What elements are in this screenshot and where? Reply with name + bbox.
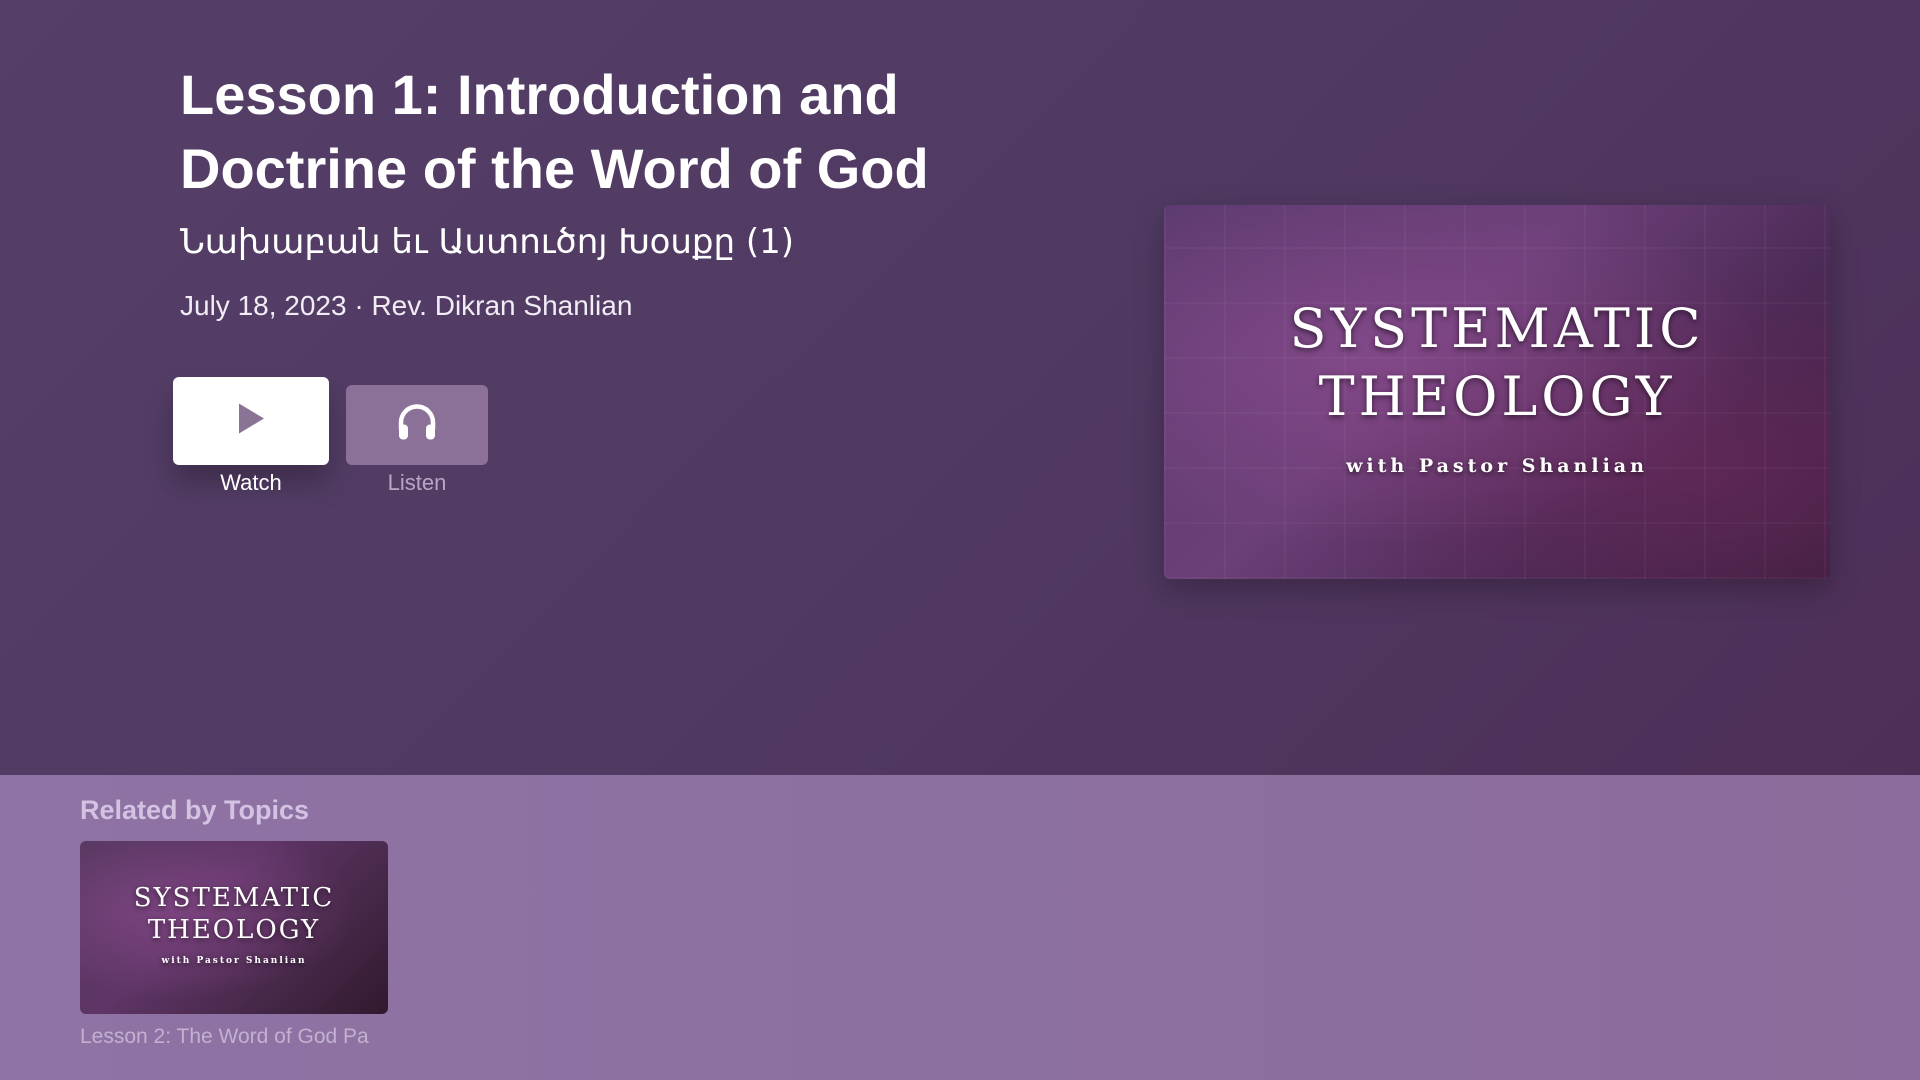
hero-section: Lesson 1: Introduction and Doctrine of t…	[0, 0, 1920, 775]
headphones-icon	[396, 403, 438, 448]
artwork-byline: with Pastor Shanlian	[1346, 455, 1648, 477]
episode-title: Lesson 1: Introduction and Doctrine of t…	[180, 63, 929, 200]
thumbnail-title-line2: THEOLOGY	[147, 915, 321, 945]
related-heading: Related by Topics	[80, 795, 310, 825]
series-artwork: SYSTEMATIC THEOLOGY with Pastor Shanlian	[1164, 205, 1830, 579]
artwork-title-line2: THEOLOGY	[1318, 365, 1676, 428]
artwork-title-line1: SYSTEMATIC	[1289, 297, 1705, 360]
episode-subtitle: Նախաբան եւ Աստուծոյ Խօսքը (1)	[180, 222, 795, 262]
play-icon	[236, 402, 266, 441]
episode-meta: July 18, 2023 · Rev. Dikran Shanlian	[180, 290, 633, 321]
thumbnail-byline: with Pastor Shanlian	[161, 956, 307, 966]
related-section: Related by Topics SYSTEMATIC THEOLOGY wi…	[0, 775, 1920, 1080]
thumbnail-title-line1: SYSTEMATIC	[133, 883, 335, 913]
watch-label: Watch	[220, 470, 282, 495]
related-item-caption: Lesson 2: The Word of God Pa	[80, 1025, 369, 1048]
related-item-thumbnail[interactable]: SYSTEMATIC THEOLOGY with Pastor Shanlian	[80, 841, 388, 1014]
listen-label: Listen	[387, 470, 447, 495]
listen-button[interactable]	[346, 385, 488, 465]
watch-button[interactable]	[173, 377, 329, 465]
